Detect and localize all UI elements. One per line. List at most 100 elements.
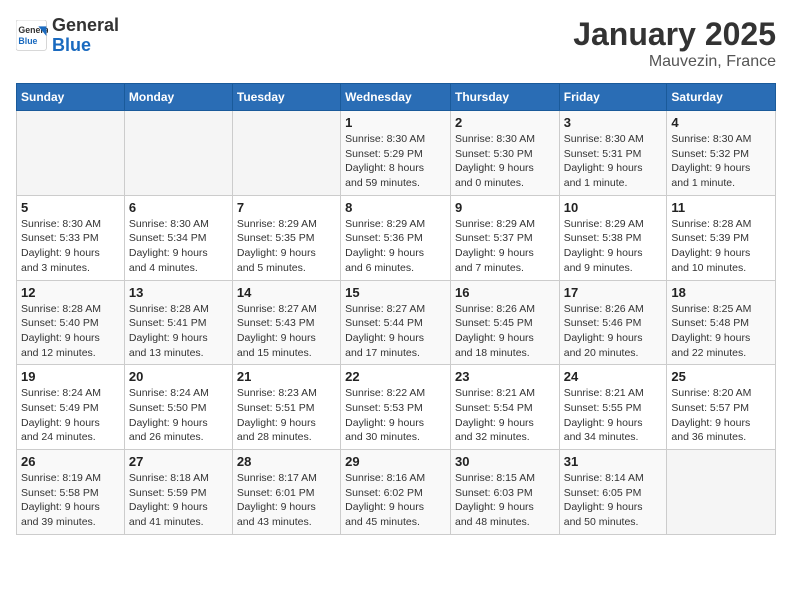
calendar-cell: 1 Sunrise: 8:30 AM Sunset: 5:29 PM Daylig… [341, 111, 451, 196]
day-number: 31 [564, 454, 663, 469]
weekday-header-saturday: Saturday [667, 84, 776, 111]
day-info: Sunrise: 8:18 AM Sunset: 5:59 PM Dayligh… [129, 471, 228, 530]
day-number: 30 [455, 454, 555, 469]
day-info: Sunrise: 8:26 AM Sunset: 5:46 PM Dayligh… [564, 302, 663, 361]
day-number: 17 [564, 285, 663, 300]
logo-text: General Blue [52, 16, 119, 56]
day-number: 8 [345, 200, 446, 215]
day-info: Sunrise: 8:30 AM Sunset: 5:33 PM Dayligh… [21, 217, 120, 276]
calendar-cell: 9 Sunrise: 8:29 AM Sunset: 5:37 PM Daylig… [450, 195, 559, 280]
day-info: Sunrise: 8:28 AM Sunset: 5:39 PM Dayligh… [671, 217, 771, 276]
day-number: 19 [21, 369, 120, 384]
day-info: Sunrise: 8:29 AM Sunset: 5:35 PM Dayligh… [237, 217, 336, 276]
calendar-table: SundayMondayTuesdayWednesdayThursdayFrid… [16, 83, 776, 535]
calendar-week-row: 19Sunrise: 8:24 AM Sunset: 5:49 PM Dayli… [17, 365, 776, 450]
day-info: Sunrise: 8:24 AM Sunset: 5:50 PM Dayligh… [129, 386, 228, 445]
weekday-header-row: SundayMondayTuesdayWednesdayThursdayFrid… [17, 84, 776, 111]
day-number: 21 [237, 369, 336, 384]
day-info: Sunrise: 8:30 AM Sunset: 5:31 PM Dayligh… [564, 132, 663, 191]
day-info: Sunrise: 8:28 AM Sunset: 5:41 PM Dayligh… [129, 302, 228, 361]
calendar-cell: 21 Sunrise: 8:23 AM Sunset: 5:51 PM Dayli… [232, 365, 340, 450]
calendar-cell: 6 Sunrise: 8:30 AM Sunset: 5:34 PM Daylig… [124, 195, 232, 280]
calendar-cell: 12Sunrise: 8:28 AM Sunset: 5:40 PM Dayli… [17, 280, 125, 365]
day-info: Sunrise: 8:30 AM Sunset: 5:34 PM Dayligh… [129, 217, 228, 276]
svg-text:Blue: Blue [18, 36, 37, 46]
day-number: 14 [237, 285, 336, 300]
calendar-cell: 23Sunrise: 8:21 AM Sunset: 5:54 PM Dayli… [450, 365, 559, 450]
day-number: 27 [129, 454, 228, 469]
day-number: 23 [455, 369, 555, 384]
day-number: 4 [671, 115, 771, 130]
calendar-week-row: 12Sunrise: 8:28 AM Sunset: 5:40 PM Dayli… [17, 280, 776, 365]
day-info: Sunrise: 8:14 AM Sunset: 6:05 PM Dayligh… [564, 471, 663, 530]
calendar-cell: 22Sunrise: 8:22 AM Sunset: 5:53 PM Dayli… [341, 365, 451, 450]
calendar-week-row: 26Sunrise: 8:19 AM Sunset: 5:58 PM Dayli… [17, 450, 776, 535]
day-number: 15 [345, 285, 446, 300]
day-number: 13 [129, 285, 228, 300]
day-info: Sunrise: 8:26 AM Sunset: 5:45 PM Dayligh… [455, 302, 555, 361]
calendar-cell: 3Sunrise: 8:30 AM Sunset: 5:31 PM Daylig… [559, 111, 667, 196]
calendar-week-row: 1 Sunrise: 8:30 AM Sunset: 5:29 PM Daylig… [17, 111, 776, 196]
location-label: Mauvezin, France [573, 53, 776, 71]
calendar-cell: 29Sunrise: 8:16 AM Sunset: 6:02 PM Dayli… [341, 450, 451, 535]
calendar-cell [232, 111, 340, 196]
calendar-cell: 27 Sunrise: 8:18 AM Sunset: 5:59 PM Dayli… [124, 450, 232, 535]
day-number: 2 [455, 115, 555, 130]
day-info: Sunrise: 8:30 AM Sunset: 5:29 PM Dayligh… [345, 132, 446, 191]
day-number: 11 [671, 200, 771, 215]
day-number: 25 [671, 369, 771, 384]
day-info: Sunrise: 8:29 AM Sunset: 5:36 PM Dayligh… [345, 217, 446, 276]
day-number: 1 [345, 115, 446, 130]
calendar-week-row: 5 Sunrise: 8:30 AM Sunset: 5:33 PM Daylig… [17, 195, 776, 280]
day-info: Sunrise: 8:23 AM Sunset: 5:51 PM Dayligh… [237, 386, 336, 445]
weekday-header-thursday: Thursday [450, 84, 559, 111]
day-info: Sunrise: 8:22 AM Sunset: 5:53 PM Dayligh… [345, 386, 446, 445]
day-number: 9 [455, 200, 555, 215]
day-info: Sunrise: 8:29 AM Sunset: 5:38 PM Dayligh… [564, 217, 663, 276]
weekday-header-tuesday: Tuesday [232, 84, 340, 111]
calendar-cell: 13 Sunrise: 8:28 AM Sunset: 5:41 PM Dayli… [124, 280, 232, 365]
day-number: 6 [129, 200, 228, 215]
calendar-cell: 25 Sunrise: 8:20 AM Sunset: 5:57 PM Dayli… [667, 365, 776, 450]
day-info: Sunrise: 8:29 AM Sunset: 5:37 PM Dayligh… [455, 217, 555, 276]
calendar-cell: 20 Sunrise: 8:24 AM Sunset: 5:50 PM Dayli… [124, 365, 232, 450]
calendar-cell: 28 Sunrise: 8:17 AM Sunset: 6:01 PM Dayli… [232, 450, 340, 535]
day-number: 12 [21, 285, 120, 300]
page-header: General Blue General Blue January 2025 M… [16, 16, 776, 71]
weekday-header-monday: Monday [124, 84, 232, 111]
calendar-cell: 7Sunrise: 8:29 AM Sunset: 5:35 PM Daylig… [232, 195, 340, 280]
day-info: Sunrise: 8:20 AM Sunset: 5:57 PM Dayligh… [671, 386, 771, 445]
calendar-cell: 4 Sunrise: 8:30 AM Sunset: 5:32 PM Daylig… [667, 111, 776, 196]
logo-general-text: General [52, 16, 119, 36]
month-title: January 2025 [573, 16, 776, 53]
day-info: Sunrise: 8:30 AM Sunset: 5:30 PM Dayligh… [455, 132, 555, 191]
day-number: 5 [21, 200, 120, 215]
day-info: Sunrise: 8:17 AM Sunset: 6:01 PM Dayligh… [237, 471, 336, 530]
day-info: Sunrise: 8:15 AM Sunset: 6:03 PM Dayligh… [455, 471, 555, 530]
calendar-cell: 18 Sunrise: 8:25 AM Sunset: 5:48 PM Dayli… [667, 280, 776, 365]
day-info: Sunrise: 8:21 AM Sunset: 5:55 PM Dayligh… [564, 386, 663, 445]
day-info: Sunrise: 8:30 AM Sunset: 5:32 PM Dayligh… [671, 132, 771, 191]
day-info: Sunrise: 8:25 AM Sunset: 5:48 PM Dayligh… [671, 302, 771, 361]
calendar-cell: 26Sunrise: 8:19 AM Sunset: 5:58 PM Dayli… [17, 450, 125, 535]
calendar-cell: 30 Sunrise: 8:15 AM Sunset: 6:03 PM Dayli… [450, 450, 559, 535]
calendar-cell: 8 Sunrise: 8:29 AM Sunset: 5:36 PM Daylig… [341, 195, 451, 280]
calendar-cell: 17 Sunrise: 8:26 AM Sunset: 5:46 PM Dayli… [559, 280, 667, 365]
logo-icon: General Blue [16, 20, 48, 52]
day-number: 24 [564, 369, 663, 384]
calendar-cell: 14 Sunrise: 8:27 AM Sunset: 5:43 PM Dayli… [232, 280, 340, 365]
day-number: 28 [237, 454, 336, 469]
calendar-cell [667, 450, 776, 535]
day-number: 16 [455, 285, 555, 300]
day-number: 26 [21, 454, 120, 469]
day-number: 29 [345, 454, 446, 469]
day-number: 20 [129, 369, 228, 384]
weekday-header-friday: Friday [559, 84, 667, 111]
calendar-cell: 15Sunrise: 8:27 AM Sunset: 5:44 PM Dayli… [341, 280, 451, 365]
calendar-cell: 11 Sunrise: 8:28 AM Sunset: 5:39 PM Dayli… [667, 195, 776, 280]
logo: General Blue General Blue [16, 16, 119, 56]
calendar-cell: 16 Sunrise: 8:26 AM Sunset: 5:45 PM Dayli… [450, 280, 559, 365]
day-info: Sunrise: 8:27 AM Sunset: 5:43 PM Dayligh… [237, 302, 336, 361]
day-number: 18 [671, 285, 771, 300]
calendar-cell: 5 Sunrise: 8:30 AM Sunset: 5:33 PM Daylig… [17, 195, 125, 280]
